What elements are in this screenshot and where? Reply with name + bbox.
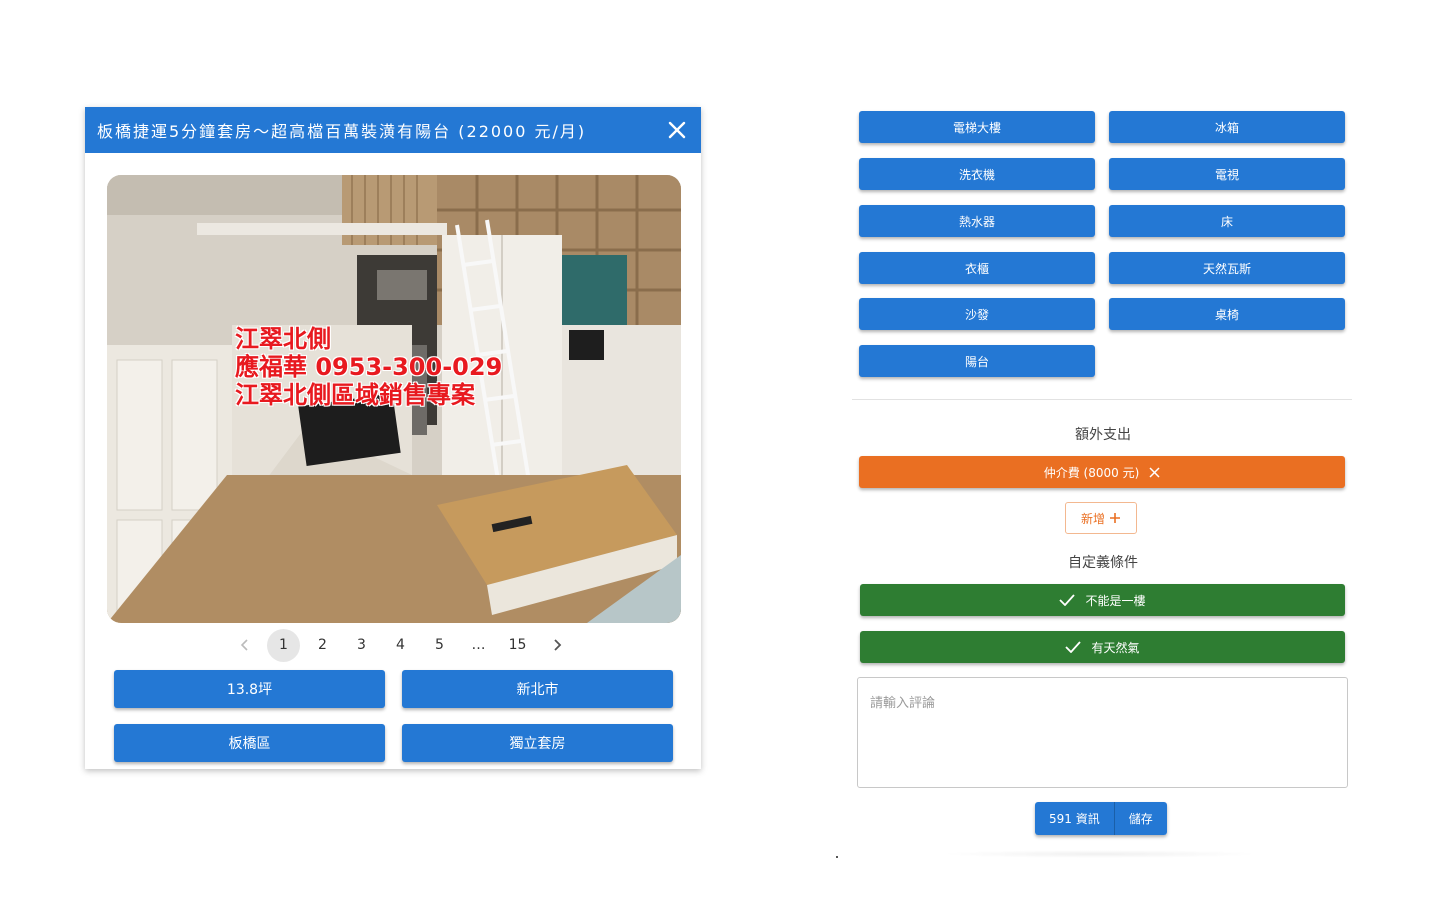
- feature-bed-button[interactable]: 床: [1109, 205, 1345, 237]
- next-page-button[interactable]: [540, 629, 573, 662]
- check-icon: [1059, 594, 1076, 606]
- page-ellipsis: …: [471, 637, 486, 653]
- feature-tv-button[interactable]: 電視: [1109, 158, 1345, 190]
- condition-not-first-floor-chip[interactable]: 不能是一樓: [860, 584, 1345, 616]
- extra-costs-heading: 額外支出: [1075, 427, 1131, 443]
- feature-table-chair-button[interactable]: 桌椅: [1109, 298, 1345, 330]
- page-4-button[interactable]: 4: [384, 629, 417, 662]
- feature-sofa-button[interactable]: 沙發: [859, 298, 1095, 330]
- add-extra-cost-label: 新增: [1080, 511, 1105, 526]
- custom-conditions-heading: 自定義條件: [1068, 555, 1138, 571]
- watermark-line-2: 應福華 0953-300-029: [235, 353, 503, 381]
- action-button-group: 591 資訊 儲存: [1035, 802, 1167, 835]
- section-divider: [852, 399, 1352, 400]
- dialog-title: 板橋捷運5分鐘套房～超高檔百萬裝潢有陽台 (22000 元/月): [97, 122, 587, 141]
- type-tag-button[interactable]: 獨立套房: [402, 724, 673, 762]
- page-15-button[interactable]: 15: [501, 629, 534, 662]
- close-icon: [1149, 466, 1160, 478]
- save-button[interactable]: 儲存: [1113, 802, 1167, 835]
- city-tag-button[interactable]: 新北市: [402, 670, 673, 708]
- watermark-line-3: 江翠北側區域銷售專案: [235, 381, 475, 409]
- chevron-left-icon: [240, 639, 248, 651]
- feature-wardrobe-button[interactable]: 衣櫃: [859, 252, 1095, 284]
- info-591-button[interactable]: 591 資訊: [1035, 802, 1114, 835]
- listing-photo[interactable]: 江翠北側 應福華 0953-300-029 江翠北側區域銷售專案: [107, 175, 681, 623]
- watermark-line-1: 江翠北側: [235, 325, 331, 353]
- feature-elevator-button[interactable]: 電梯大樓: [859, 111, 1095, 143]
- page-3-button[interactable]: 3: [345, 629, 378, 662]
- agent-fee-chip[interactable]: 仲介費 (8000 元): [859, 456, 1345, 488]
- feature-gas-button[interactable]: 天然瓦斯: [1109, 252, 1345, 284]
- photo-watermark: 江翠北側 應福華 0953-300-029 江翠北側區域銷售專案: [235, 325, 502, 409]
- page-2-button[interactable]: 2: [306, 629, 339, 662]
- close-button[interactable]: [665, 118, 689, 142]
- listing-dialog: 板橋捷運5分鐘套房～超高檔百萬裝潢有陽台 (22000 元/月) 江翠北側 應福…: [85, 107, 701, 769]
- chevron-right-icon: [553, 639, 561, 651]
- prev-page-button[interactable]: [228, 629, 261, 662]
- agent-fee-label: 仲介費 (8000 元): [1043, 465, 1140, 480]
- page-5-button[interactable]: 5: [423, 629, 456, 662]
- feature-balcony-button[interactable]: 陽台: [859, 345, 1095, 377]
- remove-fee-button[interactable]: [1149, 466, 1160, 478]
- condition-natural-gas-chip[interactable]: 有天然氣: [860, 631, 1345, 663]
- condition-label: 有天然氣: [1091, 640, 1140, 655]
- add-extra-cost-button[interactable]: 新增: [1065, 502, 1137, 534]
- size-tag-button[interactable]: 13.8坪: [114, 670, 385, 708]
- district-tag-button[interactable]: 板橋區: [114, 724, 385, 762]
- plus-icon: [1110, 513, 1120, 523]
- close-icon: [668, 121, 686, 139]
- condition-label: 不能是一樓: [1085, 593, 1146, 608]
- photo-pagination: 1 2 3 4 5 … 15: [225, 628, 576, 662]
- page-1-button[interactable]: 1: [267, 628, 300, 662]
- feature-washer-button[interactable]: 洗衣機: [859, 158, 1095, 190]
- feature-water-heater-button[interactable]: 熱水器: [859, 205, 1095, 237]
- stray-dot: [836, 856, 838, 858]
- bottom-shadow: [940, 850, 1260, 858]
- check-icon: [1065, 641, 1082, 653]
- feature-fridge-button[interactable]: 冰箱: [1109, 111, 1345, 143]
- comment-input[interactable]: [857, 677, 1348, 788]
- dialog-header: 板橋捷運5分鐘套房～超高檔百萬裝潢有陽台 (22000 元/月): [85, 107, 701, 153]
